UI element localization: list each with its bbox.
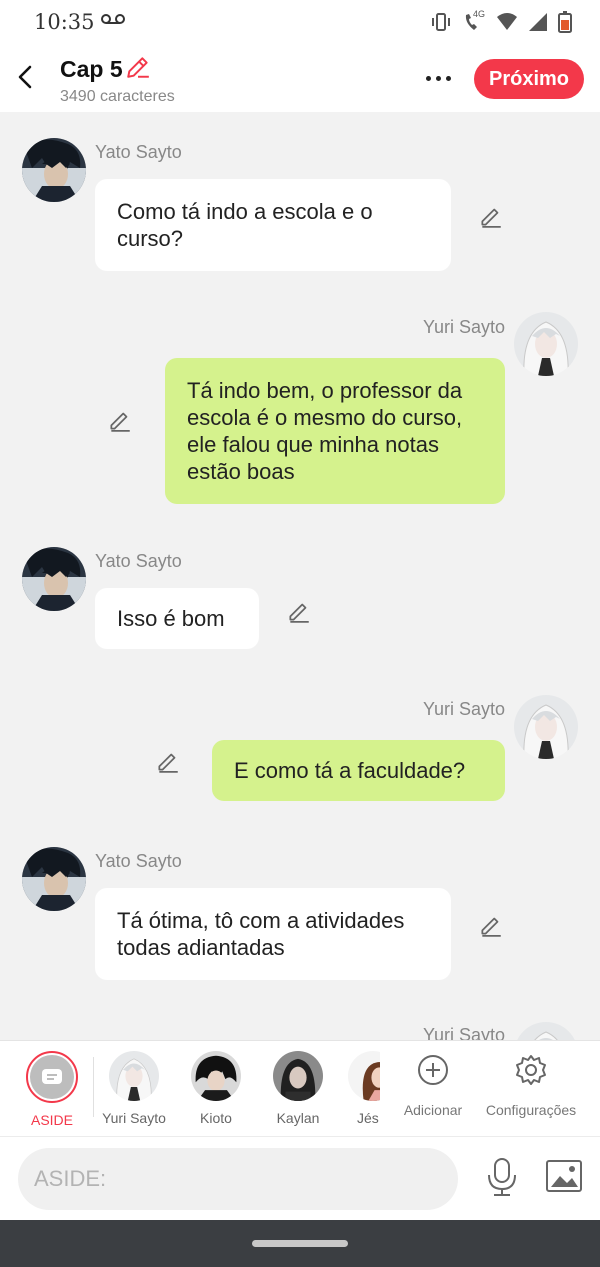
vibrate-icon <box>430 11 452 38</box>
edit-message-icon[interactable] <box>286 598 312 624</box>
signal-icon <box>528 12 548 37</box>
more-options-button[interactable] <box>420 66 456 90</box>
message-sender: Yuri Sayto <box>422 699 505 719</box>
edit-title-icon[interactable] <box>125 54 151 85</box>
image-button[interactable] <box>545 1159 583 1198</box>
network-label: 4G <box>473 9 486 19</box>
home-gesture-bar[interactable] <box>252 1240 348 1247</box>
character-label: Jés <box>357 1110 379 1126</box>
message-bubble[interactable]: Como tá indo a escola e o curso? <box>95 179 451 271</box>
wifi-icon <box>496 12 518 37</box>
back-button[interactable] <box>12 62 38 92</box>
message-bubble[interactable]: Tá indo bem, o professor da escola é o m… <box>165 358 505 504</box>
message-bubble[interactable]: Tá ótima, tô com a atividades todas adia… <box>95 888 451 980</box>
character-label: Kaylan <box>276 1110 320 1126</box>
message-sender: Yuri Sayto <box>422 1025 505 1040</box>
add-icon <box>418 1055 448 1085</box>
character-label: Yuri Sayto <box>102 1110 166 1126</box>
character-kaylan[interactable]: Kaylan <box>258 1051 338 1126</box>
gear-icon <box>516 1055 546 1085</box>
chapter-header: Cap 5 3490 caracteres Próximo <box>0 46 600 112</box>
navigation-bar <box>0 1220 600 1267</box>
battery-icon <box>558 11 572 38</box>
character-kioto[interactable]: Kioto <box>176 1051 256 1126</box>
status-bar: 10:35 4G <box>0 0 600 46</box>
call-4g-icon: 4G <box>462 9 486 38</box>
character-yuri[interactable]: Yuri Sayto <box>94 1051 174 1126</box>
microphone-icon <box>488 1158 516 1196</box>
image-icon <box>546 1160 582 1192</box>
character-bar: ASIDE Yuri Sayto Kioto Kaylan Jés Adicio… <box>0 1040 600 1136</box>
voicemail-icon <box>101 12 125 31</box>
edit-message-icon[interactable] <box>478 912 504 938</box>
avatar-yuri[interactable] <box>514 312 578 376</box>
message-sender: Yuri Sayto <box>422 317 505 337</box>
input-bar <box>0 1136 600 1220</box>
message-icon <box>42 1069 62 1084</box>
status-time: 10:35 <box>34 10 95 34</box>
add-label: Adicionar <box>403 1102 463 1118</box>
character-label: Kioto <box>200 1110 232 1126</box>
character-jes[interactable]: Jés <box>348 1051 380 1126</box>
avatar-yato[interactable] <box>22 547 86 611</box>
edit-message-icon[interactable] <box>155 748 181 774</box>
message-sender: Yato Sayto <box>95 551 182 571</box>
message-bubble[interactable]: Isso é bom <box>95 588 259 649</box>
edit-message-icon[interactable] <box>478 203 504 229</box>
avatar-yato[interactable] <box>22 138 86 202</box>
settings-button[interactable]: Configurações <box>482 1053 580 1118</box>
character-count: 3490 caracteres <box>60 88 175 105</box>
avatar-yuri[interactable] <box>514 695 578 759</box>
next-button[interactable]: Próximo <box>474 59 584 99</box>
message-sender: Yato Sayto <box>95 851 182 871</box>
message-sender: Yato Sayto <box>95 142 182 162</box>
avatar-yuri[interactable] <box>514 1022 578 1040</box>
message-bubble[interactable]: E como tá a faculdade? <box>212 740 505 801</box>
add-character-button[interactable]: Adicionar <box>401 1053 465 1118</box>
microphone-button[interactable] <box>484 1157 520 1202</box>
avatar-yato[interactable] <box>22 847 86 911</box>
character-label: ASIDE <box>30 1112 73 1128</box>
chapter-title[interactable]: Cap 5 <box>60 56 123 83</box>
message-input[interactable] <box>18 1148 458 1210</box>
chat-area[interactable]: Yato Sayto Como tá indo a escola e o cur… <box>0 112 600 1040</box>
chevron-left-icon <box>18 65 32 89</box>
character-aside[interactable]: ASIDE <box>12 1051 92 1128</box>
edit-message-icon[interactable] <box>107 407 133 433</box>
settings-label: Configurações <box>485 1102 577 1118</box>
